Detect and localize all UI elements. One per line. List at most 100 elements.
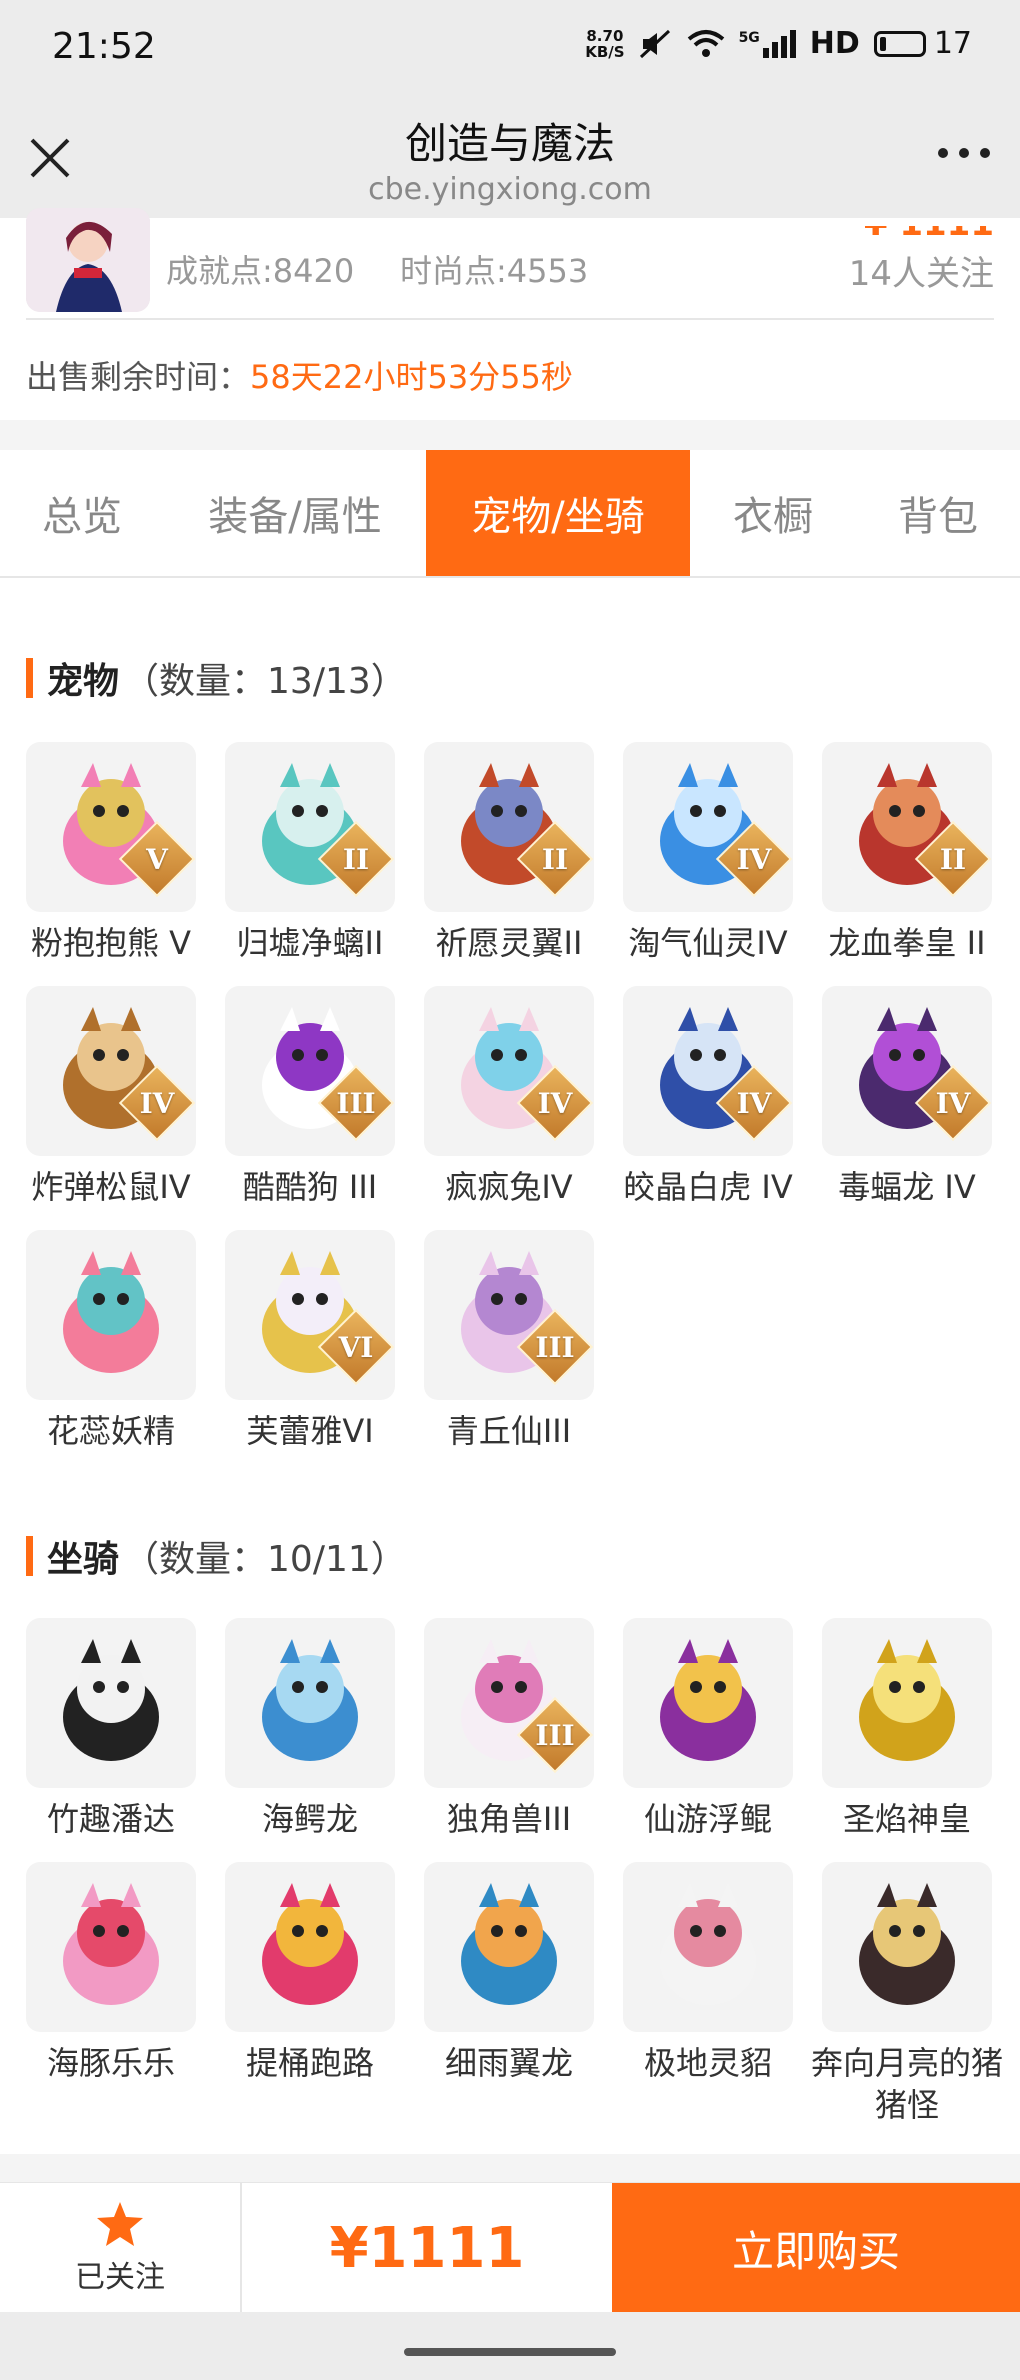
creature-image-icon — [63, 1639, 159, 1761]
item-thumbnail[interactable]: V — [26, 742, 196, 912]
item-name: 疯疯兔IV — [445, 1168, 573, 1206]
list-item[interactable]: II 归墟净螭II — [225, 742, 395, 964]
follower-count: 14人关注 — [848, 254, 994, 294]
page-url: cbe.yingxiong.com — [368, 172, 652, 207]
item-thumbnail[interactable]: VI — [225, 1230, 395, 1400]
home-indicator[interactable] — [404, 2348, 616, 2356]
tab-wardrobe[interactable]: 衣橱 — [690, 450, 856, 576]
item-thumbnail[interactable] — [822, 1862, 992, 2032]
item-thumbnail[interactable] — [26, 1618, 196, 1788]
list-item[interactable]: 极地灵貂 — [623, 1862, 793, 2126]
creature-image-icon — [859, 1883, 955, 2005]
item-name: 酷酷狗 III — [242, 1168, 378, 1206]
mounts-section-header: 坐骑 （数量：10/11） — [26, 1530, 407, 1582]
signal-5g-label: 5G — [738, 29, 760, 46]
list-item[interactable]: 仙游浮鲲 — [623, 1618, 793, 1840]
signal-bar-icon — [762, 47, 769, 58]
item-thumbnail[interactable] — [26, 1230, 196, 1400]
pets-grid: V 粉抱抱熊 V II 归墟净螭II II 祈愿灵翼II IV 淘气仙灵IV II 龙血拳皇 II… — [26, 742, 1002, 1452]
item-name: 独角兽III — [446, 1800, 572, 1838]
list-item[interactable]: IV 淘气仙灵IV — [623, 742, 793, 964]
item-name: 圣焰神皇 — [842, 1800, 971, 1838]
tier-label: II — [541, 842, 569, 876]
list-item[interactable]: IV 疯疯兔IV — [424, 986, 594, 1208]
item-thumbnail[interactable]: IV — [623, 742, 793, 912]
tab-bar: 总览 装备/属性 宠物/坐骑 衣橱 背包 — [0, 450, 1020, 578]
list-item[interactable]: 竹趣潘达 — [26, 1618, 196, 1840]
item-thumbnail[interactable] — [225, 1862, 395, 2032]
list-item[interactable]: 奔向月亮的猪猪怪 — [811, 1862, 1003, 2126]
list-item[interactable]: III 独角兽III — [424, 1618, 594, 1840]
more-options-icon[interactable] — [938, 148, 990, 162]
sale-remaining-time: 出售剩余时间：58天22小时53分55秒 — [26, 352, 573, 398]
signal-bar-icon — [780, 35, 787, 58]
item-thumbnail[interactable]: II — [424, 742, 594, 912]
item-name: 奔向月亮的猪猪怪 — [810, 2044, 1003, 2124]
list-item[interactable]: II 祈愿灵翼II — [424, 742, 594, 964]
item-thumbnail[interactable] — [623, 1618, 793, 1788]
status-time: 21:52 — [52, 26, 156, 67]
item-thumbnail[interactable]: II — [225, 742, 395, 912]
item-name: 仙游浮鲲 — [643, 1800, 772, 1838]
item-name: 祈愿灵翼II — [435, 924, 583, 962]
buy-now-button[interactable]: 立即购买 — [612, 2183, 1020, 2313]
item-thumbnail[interactable]: IV — [26, 986, 196, 1156]
sale-time-value: 58天22小时53分55秒 — [250, 358, 573, 396]
signal-bar-icon — [789, 29, 796, 58]
list-item[interactable]: 海豚乐乐 — [26, 1862, 196, 2126]
item-thumbnail[interactable] — [623, 1862, 793, 2032]
item-thumbnail[interactable]: III — [424, 1230, 594, 1400]
item-thumbnail[interactable]: IV — [822, 986, 992, 1156]
tier-label: II — [939, 842, 967, 876]
item-thumbnail[interactable] — [822, 1618, 992, 1788]
item-thumbnail[interactable]: III — [424, 1618, 594, 1788]
list-item[interactable]: IV 炸弹松鼠IV — [26, 986, 196, 1208]
wifi-icon — [687, 29, 724, 57]
bottom-action-bar: 已关注 ¥1111 立即购买 — [0, 2182, 1020, 2313]
tab-equipment[interactable]: 装备/属性 — [164, 450, 426, 576]
item-name: 青丘仙III — [446, 1412, 572, 1450]
status-icons: 8.70 KB/S 5G HD 17 — [585, 26, 972, 61]
list-item[interactable]: 海鳄龙 — [225, 1618, 395, 1840]
tab-backpack[interactable]: 背包 — [856, 450, 1020, 576]
tier-label: V — [146, 842, 168, 876]
creature-image-icon — [461, 1883, 557, 2005]
item-name: 淘气仙灵IV — [628, 924, 788, 962]
list-item[interactable]: IV 皎晶白虎 IV — [623, 986, 793, 1208]
follow-button[interactable]: 已关注 — [0, 2183, 242, 2313]
creature-image-icon — [660, 1639, 756, 1761]
avatar — [26, 208, 150, 312]
item-thumbnail[interactable] — [424, 1862, 594, 2032]
tab-pets-mounts[interactable]: 宠物/坐骑 — [426, 450, 690, 576]
item-thumbnail[interactable] — [225, 1618, 395, 1788]
item-thumbnail[interactable]: IV — [623, 986, 793, 1156]
fashion-points: 时尚点:4553 — [400, 252, 589, 290]
list-item[interactable]: III 青丘仙III — [424, 1230, 594, 1452]
list-item[interactable]: IV 毒蝠龙 IV — [822, 986, 992, 1208]
list-item[interactable]: 花蕊妖精 — [26, 1230, 196, 1452]
tab-overview[interactable]: 总览 — [0, 450, 164, 576]
list-item[interactable]: 圣焰神皇 — [822, 1618, 992, 1840]
list-item[interactable]: V 粉抱抱熊 V — [26, 742, 196, 964]
item-thumbnail[interactable]: III — [225, 986, 395, 1156]
item-name: 海鳄龙 — [261, 1800, 358, 1838]
item-thumbnail[interactable]: II — [822, 742, 992, 912]
item-thumbnail[interactable] — [26, 1862, 196, 2032]
battery-icon — [873, 30, 926, 57]
sale-time-label: 出售剩余时间： — [26, 358, 251, 396]
list-item[interactable]: 提桶跑路 — [225, 1862, 395, 2126]
creature-image-icon — [660, 1883, 756, 2005]
list-item[interactable]: VI 芙蕾雅VI — [225, 1230, 395, 1452]
list-item[interactable]: III 酷酷狗 III — [225, 986, 395, 1208]
item-name: 提桶跑路 — [245, 2044, 374, 2082]
item-thumbnail[interactable]: IV — [424, 986, 594, 1156]
item-name: 极地灵貂 — [643, 2044, 772, 2082]
tier-label: III — [336, 1086, 376, 1120]
signal-indicator: 5G — [738, 29, 796, 58]
list-item[interactable]: 细雨翼龙 — [424, 1862, 594, 2126]
tier-label: IV — [935, 1086, 971, 1120]
network-speed: 8.70 KB/S — [585, 26, 625, 61]
list-item[interactable]: II 龙血拳皇 II — [822, 742, 992, 964]
pets-section-header: 宠物 （数量：13/13） — [26, 652, 407, 704]
price: ¥1111 — [329, 2215, 525, 2281]
